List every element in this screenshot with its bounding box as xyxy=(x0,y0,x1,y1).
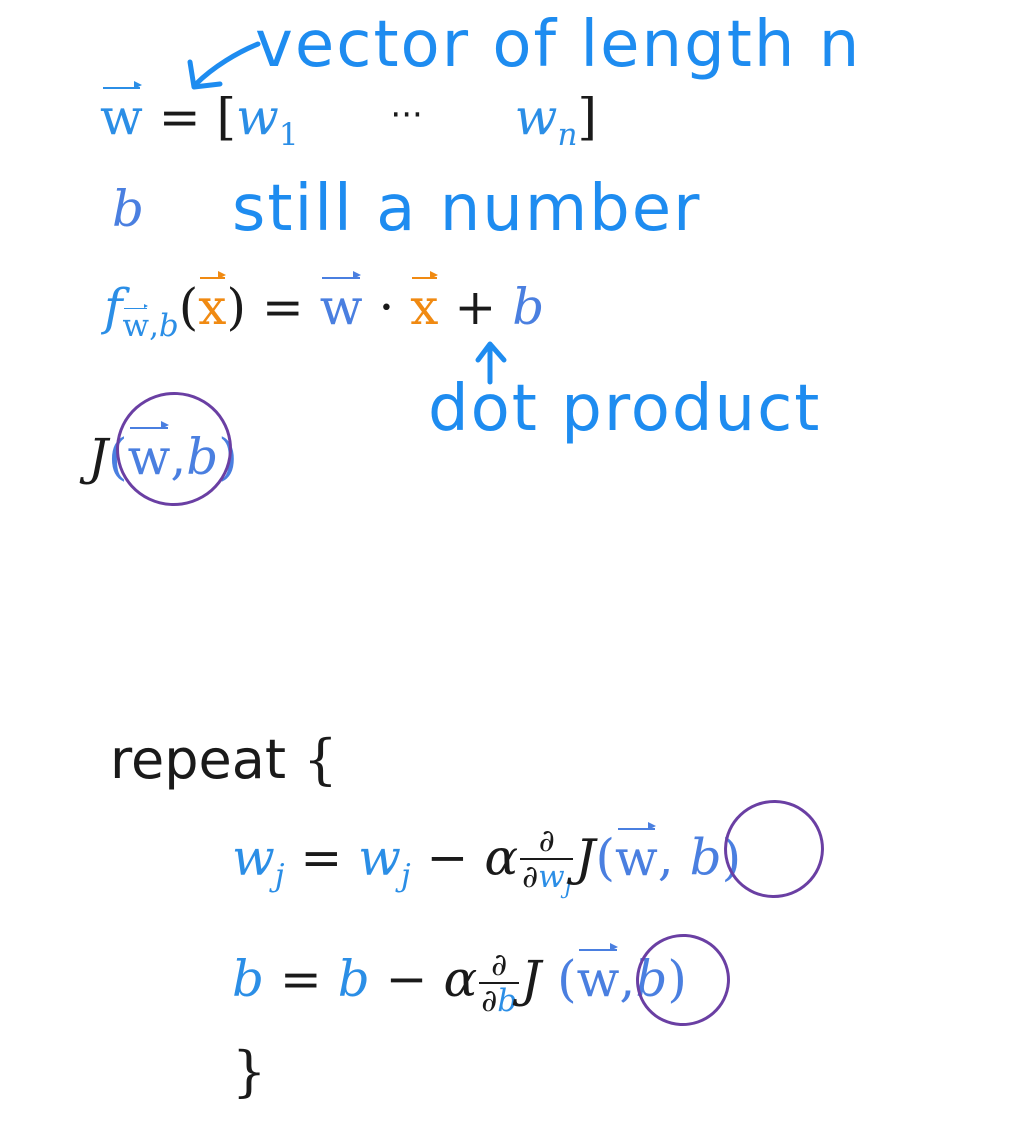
open-brace: { xyxy=(303,728,338,791)
partial-derivative: ∂ ∂b xyxy=(479,947,520,1020)
plus-sign: + xyxy=(454,278,497,336)
J-symbol: J xyxy=(575,828,596,887)
minus-sign: − xyxy=(385,950,428,1009)
comma: , xyxy=(619,950,636,1009)
f-symbol: f xyxy=(104,278,123,336)
wj-symbol: w xyxy=(358,828,401,887)
b-note: still a number xyxy=(232,172,702,246)
J-symbol: J xyxy=(88,428,109,486)
open-paren: ( xyxy=(557,950,577,1009)
x-vector-symbol: x xyxy=(198,271,227,336)
b-symbol: b xyxy=(512,278,545,336)
w-vector-symbol: w xyxy=(576,943,620,1009)
comma: , xyxy=(657,828,674,887)
w-vector-equation: w = [w1 ··· wn] xyxy=(100,81,597,153)
w1-subscript: 1 xyxy=(278,116,299,153)
repeat-keyword: repeat xyxy=(110,728,287,791)
w-highlight-circle xyxy=(108,384,240,514)
wj-subscript: j xyxy=(274,857,285,894)
repeat-header: repeat { xyxy=(110,728,338,791)
close-bracket: ] xyxy=(577,88,597,146)
b-symbol: b xyxy=(232,950,265,1009)
dot-operator: · xyxy=(378,278,395,336)
open-paren: ( xyxy=(595,828,615,887)
model-equation: fw,b(x) = w · x + b xyxy=(104,271,545,345)
wn-subscript: n xyxy=(557,116,578,153)
ellipsis: ··· xyxy=(390,95,423,135)
close-paren: ) xyxy=(226,278,247,336)
x-vector-symbol: x xyxy=(410,271,439,336)
alpha-symbol: α xyxy=(443,950,478,1009)
w-vector-symbol: w xyxy=(100,81,143,146)
lecture-slide: vector of length n w = [w1 ··· wn] b sti… xyxy=(0,0,1014,1122)
equals-sign: = xyxy=(300,828,343,887)
close-brace: } xyxy=(232,1040,267,1103)
wj-subscript: j xyxy=(400,857,411,894)
equals-sign: = xyxy=(279,950,322,1009)
w-vector-symbol: w xyxy=(319,271,363,336)
w1-symbol: w xyxy=(236,88,279,146)
J-symbol: J xyxy=(521,950,542,1009)
wn-symbol: w xyxy=(514,88,558,146)
dot-product-note: dot product xyxy=(428,372,822,446)
minus-sign: − xyxy=(426,828,469,887)
w-vector-symbol: w xyxy=(614,821,658,887)
open-bracket: [ xyxy=(216,88,237,146)
partial-derivative: ∂ ∂wj xyxy=(520,823,574,900)
w-update-rule: wj = wj − α ∂ ∂wj J(w, b) xyxy=(232,821,741,900)
b-symbol: b xyxy=(689,828,722,887)
open-paren: ( xyxy=(178,278,199,336)
f-subscript: w,b xyxy=(122,304,179,345)
b-symbol: b xyxy=(112,180,145,238)
b-update-rule: b = b − α ∂ ∂b J (w,b) xyxy=(232,943,687,1020)
wj-symbol: w xyxy=(232,828,275,887)
equals-sign: = xyxy=(158,88,201,146)
alpha-symbol: α xyxy=(484,828,519,887)
equals-sign: = xyxy=(261,278,304,336)
vector-length-note: vector of length n xyxy=(255,8,862,82)
b-symbol: b xyxy=(337,950,370,1009)
